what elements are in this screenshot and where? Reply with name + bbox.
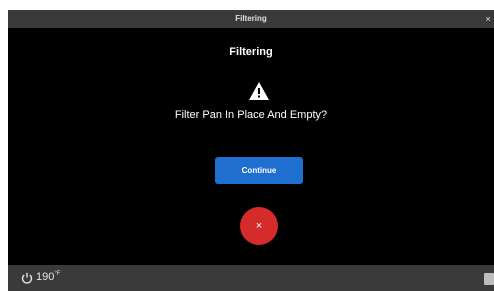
- close-icon[interactable]: ×: [482, 10, 494, 28]
- close-icon: ×: [255, 220, 263, 232]
- status-bar: 190°F: [8, 265, 494, 291]
- settings-icon[interactable]: [484, 273, 494, 285]
- temperature-unit: °F: [54, 271, 61, 277]
- temperature-readout: 190°F: [36, 271, 60, 283]
- temperature-value: 190: [36, 271, 55, 283]
- continue-button[interactable]: Continue: [215, 157, 303, 184]
- prompt-question: Filter Pan In Place And Empty?: [174, 109, 328, 121]
- power-icon[interactable]: [21, 272, 33, 284]
- window-title: Filtering: [235, 14, 267, 23]
- warning-icon: [249, 82, 269, 100]
- title-bar: Filtering ×: [8, 10, 494, 28]
- cancel-button[interactable]: ×: [240, 207, 278, 245]
- app-screen: Filtering × Filtering Filter Pan In Plac…: [8, 10, 494, 291]
- dialog-title: Filtering: [229, 46, 273, 58]
